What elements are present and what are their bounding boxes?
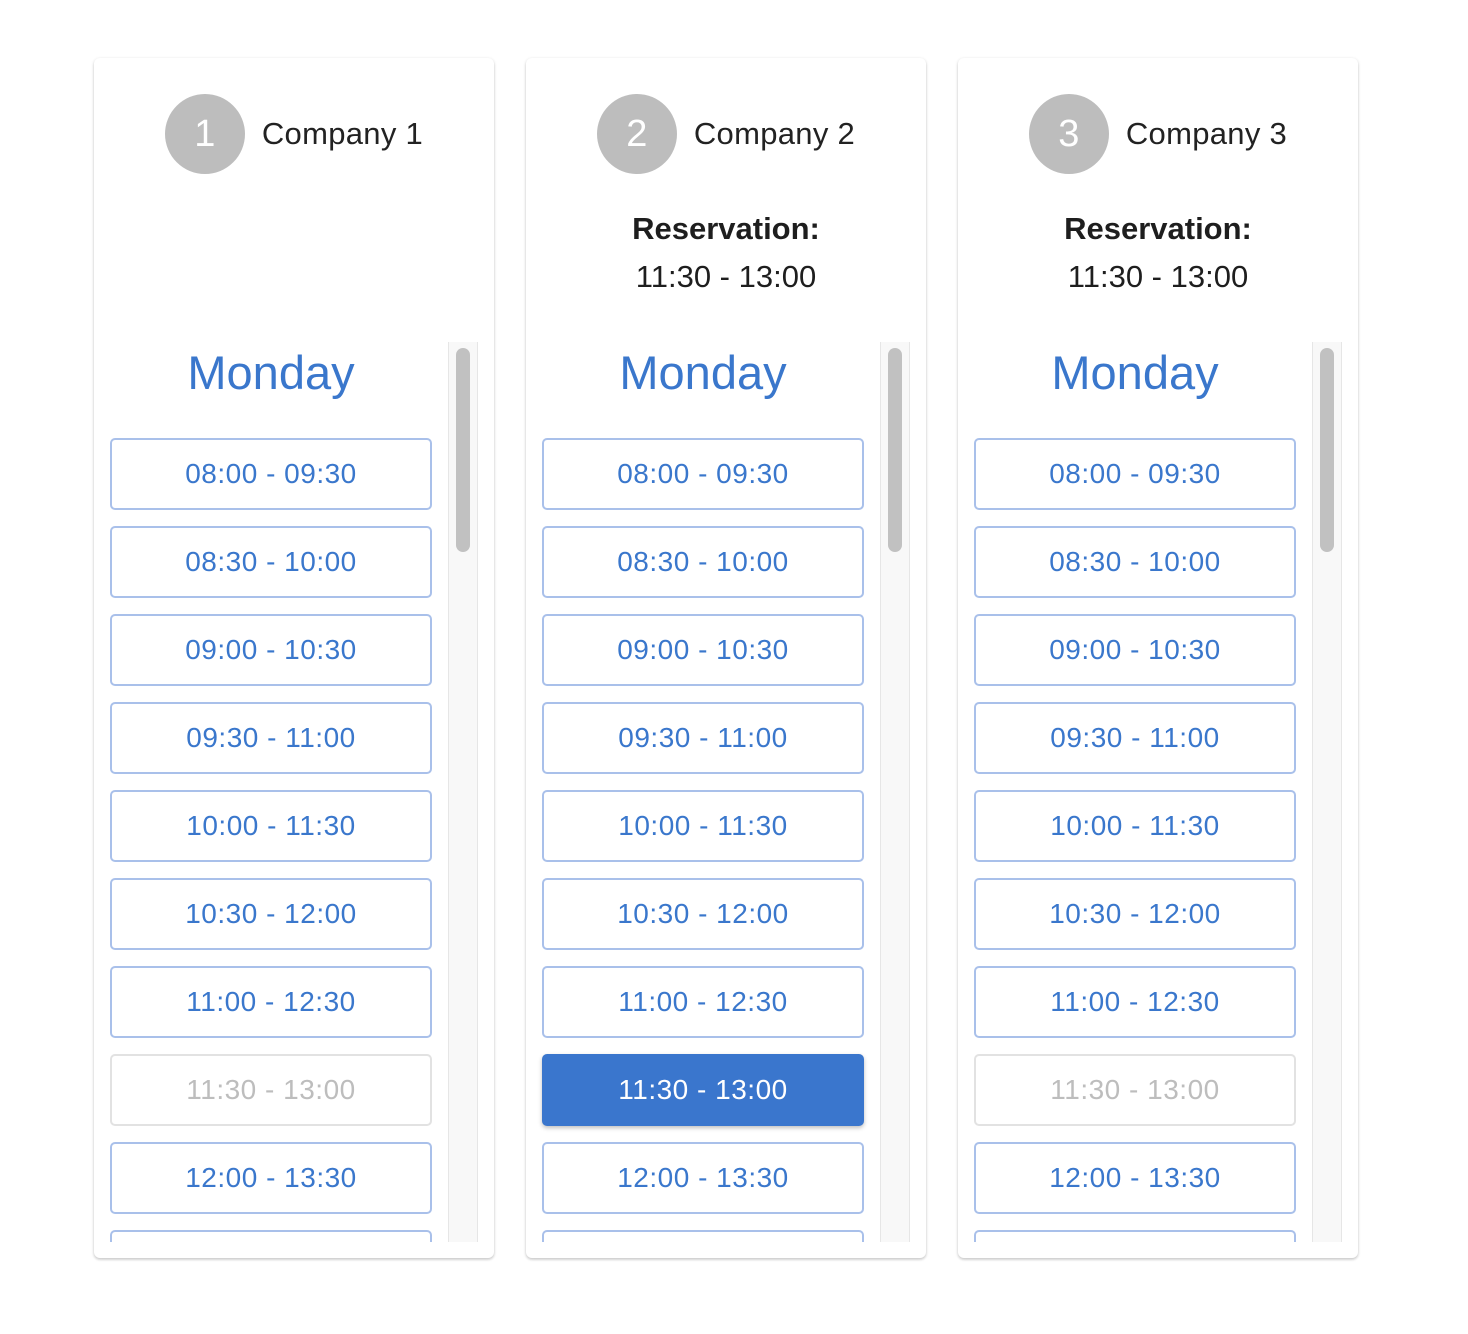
timeslot-button[interactable]: 08:00 - 09:30 <box>110 438 432 510</box>
timeslot-button[interactable]: 11:00 - 12:30 <box>542 966 864 1038</box>
company-name: Company 3 <box>1125 116 1288 151</box>
timeslot-button[interactable]: 12:00 - 13:30 <box>542 1142 864 1214</box>
day-title: Monday <box>619 346 787 399</box>
reservation-summary: Reservation: 11:30 - 13:00 <box>526 208 926 298</box>
company-card-2: 2 Company 2 Reservation: 11:30 - 13:00 M… <box>526 58 926 1258</box>
timeslot-button[interactable]: 12:00 - 13:30 <box>110 1142 432 1214</box>
company-header: 2 Company 2 <box>526 94 926 174</box>
company-header: 1 Company 1 <box>94 94 494 174</box>
timeslot-button[interactable]: 10:30 - 12:00 <box>110 878 432 950</box>
reservation-value: 11:30 - 13:00 <box>635 259 817 294</box>
company-name: Company 1 <box>261 116 424 151</box>
timeslot-button[interactable]: 10:00 - 11:30 <box>542 790 864 862</box>
timeslot-button[interactable]: 09:30 - 11:00 <box>110 702 432 774</box>
reservation-label: Reservation: <box>1064 211 1252 246</box>
company-card-1: 1 Company 1 Monday 08:00 - 09:30 08:30 - … <box>94 58 494 1258</box>
scrollbar-thumb[interactable] <box>1320 348 1334 552</box>
timeslot-button-disabled: 11:30 - 13:00 <box>974 1054 1296 1126</box>
timeslot-button[interactable]: 09:30 - 11:00 <box>974 702 1296 774</box>
company-name: Company 2 <box>693 116 856 151</box>
timeslot-button[interactable] <box>110 1230 432 1242</box>
timeslot-scroll-area[interactable]: Monday 08:00 - 09:30 08:30 - 10:00 09:00 -… <box>526 342 910 1242</box>
timeslot-button[interactable]: 10:00 - 11:30 <box>974 790 1296 862</box>
timeslot-button-disabled: 11:30 - 13:00 <box>110 1054 432 1126</box>
scrollbar-thumb[interactable] <box>888 348 902 552</box>
step-number-badge: 3 <box>1028 94 1109 174</box>
timeslot-button[interactable]: 08:30 - 10:00 <box>974 526 1296 598</box>
timeslot-button[interactable]: 09:00 - 10:30 <box>974 614 1296 686</box>
timeslot-button[interactable] <box>542 1230 864 1242</box>
timeslot-button[interactable]: 08:00 - 09:30 <box>542 438 864 510</box>
timeslot-button[interactable]: 10:30 - 12:00 <box>542 878 864 950</box>
reservation-summary: Reservation: 11:30 - 13:00 <box>958 208 1358 298</box>
timeslot-list: 08:00 - 09:30 08:30 - 10:00 09:00 - 10:30 0… <box>974 438 1296 1242</box>
timeslot-button[interactable]: 09:00 - 10:30 <box>110 614 432 686</box>
timeslot-scroll-area[interactable]: Monday 08:00 - 09:30 08:30 - 10:00 09:00 -… <box>958 342 1342 1242</box>
timeslot-button[interactable]: 10:30 - 12:00 <box>974 878 1296 950</box>
timeslot-button[interactable]: 08:30 - 10:00 <box>542 526 864 598</box>
timeslot-scroll-area[interactable]: Monday 08:00 - 09:30 08:30 - 10:00 09:00 -… <box>94 342 478 1242</box>
timeslot-button[interactable] <box>974 1230 1296 1242</box>
timeslot-list: 08:00 - 09:30 08:30 - 10:00 09:00 - 10:30 0… <box>110 438 432 1242</box>
company-columns: 1 Company 1 Monday 08:00 - 09:30 08:30 - … <box>0 0 1468 1334</box>
reservation-label: Reservation: <box>632 211 820 246</box>
timeslot-button[interactable]: 08:00 - 09:30 <box>974 438 1296 510</box>
company-header: 3 Company 3 <box>958 94 1358 174</box>
timeslot-button[interactable]: 11:00 - 12:30 <box>974 966 1296 1038</box>
timeslot-button[interactable]: 10:00 - 11:30 <box>110 790 432 862</box>
timeslot-button[interactable]: 09:30 - 11:00 <box>542 702 864 774</box>
timeslot-button-selected[interactable]: 11:30 - 13:00 <box>542 1054 864 1126</box>
reservation-value: 11:30 - 13:00 <box>1067 259 1249 294</box>
step-number-badge: 2 <box>596 94 677 174</box>
timeslot-button[interactable]: 12:00 - 13:30 <box>974 1142 1296 1214</box>
day-title: Monday <box>187 346 355 399</box>
timeslot-button[interactable]: 09:00 - 10:30 <box>542 614 864 686</box>
scrollbar-thumb[interactable] <box>456 348 470 552</box>
company-card-3: 3 Company 3 Reservation: 11:30 - 13:00 M… <box>958 58 1358 1258</box>
timeslot-list: 08:00 - 09:30 08:30 - 10:00 09:00 - 10:30 0… <box>542 438 864 1242</box>
step-number-badge: 1 <box>164 94 245 174</box>
timeslot-button[interactable]: 11:00 - 12:30 <box>110 966 432 1038</box>
scrollbar[interactable] <box>1312 342 1342 1242</box>
timeslot-button[interactable]: 08:30 - 10:00 <box>110 526 432 598</box>
day-title: Monday <box>1051 346 1219 399</box>
scrollbar[interactable] <box>880 342 910 1242</box>
scrollbar[interactable] <box>448 342 478 1242</box>
